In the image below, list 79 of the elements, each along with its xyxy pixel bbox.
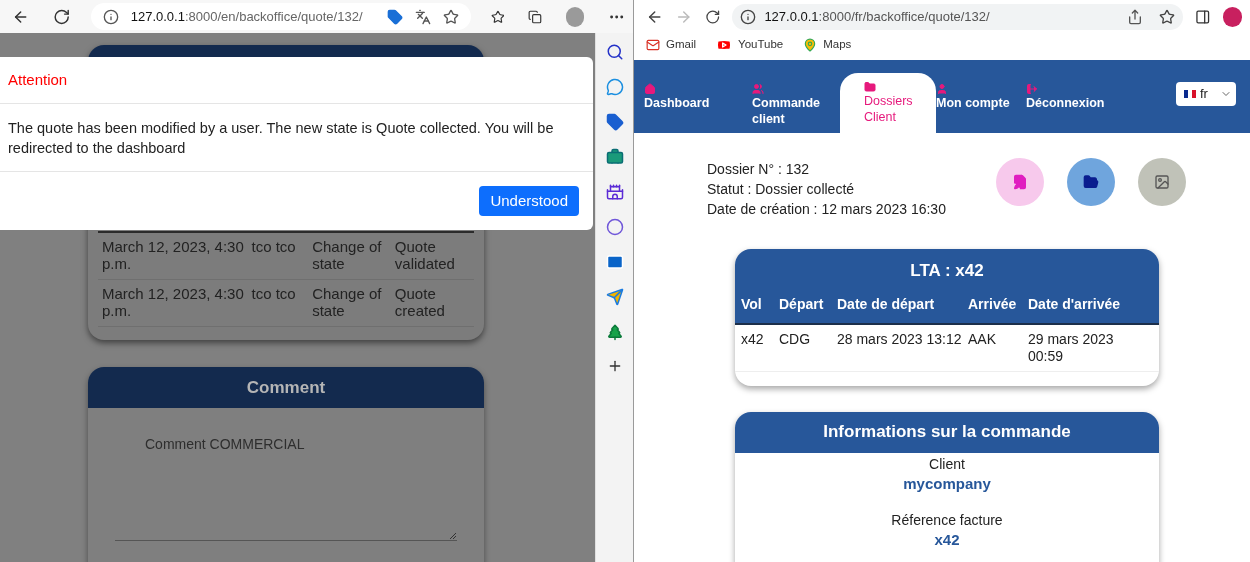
flag-icon	[1184, 90, 1196, 98]
tag-icon[interactable]	[605, 113, 624, 131]
favorites-icon[interactable]	[490, 8, 505, 25]
tag-icon[interactable]	[386, 8, 403, 25]
bookmark-link[interactable]: Maps	[803, 36, 852, 54]
understood-button[interactable]: Understood	[479, 186, 579, 216]
url-text: 127.0.0.1:8000/fr/backoffice/quote/132/	[764, 8, 990, 27]
castle-icon[interactable]	[605, 183, 624, 201]
table-cell-text: AAK	[968, 330, 997, 349]
table-cell-text: Change of state	[312, 285, 383, 321]
column-header: Date d'arrivée	[1028, 294, 1122, 314]
field-label: Client	[929, 454, 965, 474]
nav-icon	[864, 81, 876, 93]
image-icon	[1154, 174, 1170, 190]
tree-icon[interactable]	[605, 323, 624, 341]
favorite-icon[interactable]	[442, 8, 459, 25]
collections-icon[interactable]	[528, 8, 543, 25]
card-title: LTA : x42	[909, 260, 985, 282]
nav-tab[interactable]: Dashboard	[644, 73, 752, 133]
profile-avatar[interactable]	[566, 6, 584, 27]
resize-handle-icon[interactable]	[449, 532, 457, 540]
card-title: Comment	[246, 376, 326, 399]
folder-icon	[1083, 174, 1099, 190]
nav-tab[interactable]: Dossiers Client	[840, 73, 936, 133]
address-bar[interactable]: 127.0.0.1:8000/fr/backoffice/quote/132/	[732, 4, 1184, 30]
field-value: mycompany	[903, 473, 991, 494]
column-header: Arrivée	[968, 294, 1018, 314]
bookmark-star-icon[interactable]	[1159, 9, 1176, 25]
info-icon	[740, 9, 757, 25]
bookmark-link[interactable]: Gmail	[646, 36, 697, 54]
field-label: Réference facture	[891, 510, 1003, 530]
table-cell-text: CDG	[779, 330, 812, 349]
modal-message: The quote has been modified by a user. The new state is Quote collected. You will be redirected to the dashboard	[8, 118, 555, 158]
paper-plane-icon[interactable]	[605, 288, 624, 306]
share-icon[interactable]	[1127, 9, 1144, 25]
table-cell-text: 28 mars 2023 13:12	[837, 330, 963, 349]
nav-tab[interactable]: Commande client	[752, 73, 840, 133]
table-cell-text: Quote validated	[394, 238, 456, 274]
table-cell-text: tco tco	[251, 285, 297, 304]
nav-icon	[644, 83, 656, 95]
nav-icon	[752, 83, 764, 95]
table-cell-text: x42	[741, 330, 765, 349]
table-cell-text: tco tco	[251, 238, 297, 257]
dossier-info-line: Dossier N° : 132	[707, 160, 811, 179]
modal-title: Attention	[8, 69, 68, 90]
side-panel-icon[interactable]	[1195, 9, 1211, 25]
table-cell-text: 29 mars 2023 00:59	[1028, 330, 1115, 366]
profile-avatar[interactable]	[1222, 7, 1242, 27]
dossier-info-line: Statut : Dossier collecté	[707, 180, 856, 199]
folder-button[interactable]	[1067, 158, 1115, 206]
table-cell-text: March 12, 2023, 4:30 p.m.	[101, 238, 245, 274]
table-cell-text: Quote created	[394, 285, 446, 321]
briefcase-icon[interactable]	[605, 148, 624, 166]
search-icon[interactable]	[605, 43, 624, 61]
reload-icon[interactable]	[704, 9, 721, 25]
dossier-info-line: Date de création : 12 mars 2023 16:30	[707, 200, 947, 219]
translate-icon[interactable]	[414, 8, 431, 25]
nav-tab[interactable]: Mon compte	[936, 73, 1026, 133]
map-pin-icon	[803, 38, 818, 52]
table-cell-text: March 12, 2023, 4:30 p.m.	[101, 285, 245, 321]
image-button[interactable]	[1138, 158, 1186, 206]
document-edit-icon	[1012, 174, 1028, 190]
ring-icon[interactable]	[605, 218, 624, 236]
bookmark-link[interactable]: YouTube	[716, 36, 784, 54]
table-cell-text: Change of state	[312, 238, 383, 274]
info-icon	[102, 8, 119, 25]
column-header: Vol	[741, 294, 763, 314]
card-title: Informations sur la commande	[823, 421, 1071, 444]
address-bar[interactable]: 127.0.0.1:8000/en/backoffice/quote/132/	[90, 3, 471, 30]
language-select[interactable]: fr	[1176, 82, 1236, 106]
chat-bubble-icon[interactable]	[605, 78, 624, 96]
field-value: x42	[934, 529, 960, 550]
column-header: Départ	[779, 294, 825, 314]
nav-icon	[1026, 83, 1038, 95]
edit-document-button[interactable]	[996, 158, 1044, 206]
nav-icon	[936, 83, 948, 95]
column-header: Date de départ	[837, 294, 936, 314]
nav-tab[interactable]: Déconnexion	[1026, 73, 1172, 133]
url-text: 127.0.0.1:8000/en/backoffice/quote/132/	[130, 7, 363, 26]
